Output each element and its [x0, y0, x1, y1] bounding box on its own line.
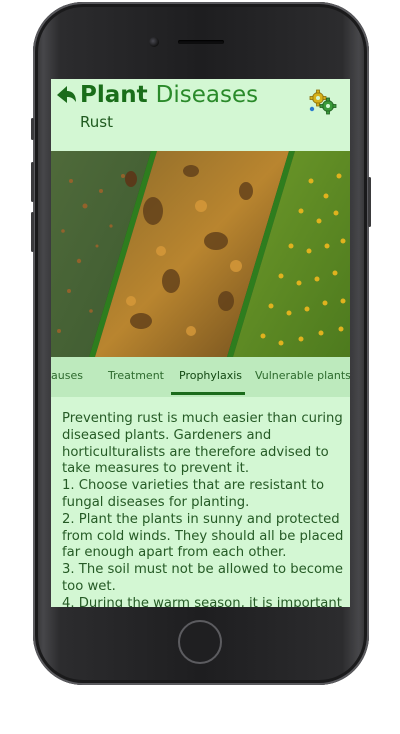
tab-treatment[interactable]: Treatment [108, 357, 164, 395]
paragraph-item-1: 1. Choose varieties that are resistant t… [62, 478, 325, 510]
tab-causes[interactable]: auses [51, 357, 83, 395]
tab-prophylaxis[interactable]: Prophylaxis [179, 357, 242, 395]
power-button [368, 177, 371, 227]
gears-icon[interactable] [309, 89, 337, 115]
arrow-left-icon[interactable] [55, 83, 77, 107]
earpiece-speaker [178, 40, 224, 44]
paragraph-item-3: 3. The soil must not be allowed to becom… [62, 562, 343, 594]
disease-photos [51, 151, 350, 357]
mute-switch [31, 118, 34, 140]
paragraph-item-2: 2. Plant the plants in sunny and protect… [62, 511, 344, 561]
tab-vulnerable-plants[interactable]: Vulnerable plants [255, 357, 350, 395]
paragraph-item-4: 4. During the warm season, it is importa… [62, 595, 342, 607]
page-title: Plant Diseases [80, 80, 258, 110]
active-tab-indicator [171, 392, 245, 395]
disease-name: Rust [80, 113, 113, 131]
rust-leaf-photos-image [51, 151, 350, 357]
volume-down-button [31, 212, 34, 252]
app-screen: Plant Diseases Rust auses Treatment Prop… [51, 79, 350, 607]
app-header: Plant Diseases Rust [51, 79, 350, 151]
paragraph-intro: Preventing rust is much easier than curi… [62, 411, 343, 477]
home-button[interactable] [178, 620, 222, 664]
tab-bar: auses Treatment Prophylaxis Vulnerable p… [51, 357, 350, 397]
title-diseases: Diseases [155, 82, 259, 108]
article-content[interactable]: Preventing rust is much easier than curi… [51, 397, 350, 607]
front-camera [149, 37, 159, 47]
title-plant: Plant [80, 82, 148, 108]
article-text: Preventing rust is much easier than curi… [62, 411, 344, 607]
volume-up-button [31, 162, 34, 202]
